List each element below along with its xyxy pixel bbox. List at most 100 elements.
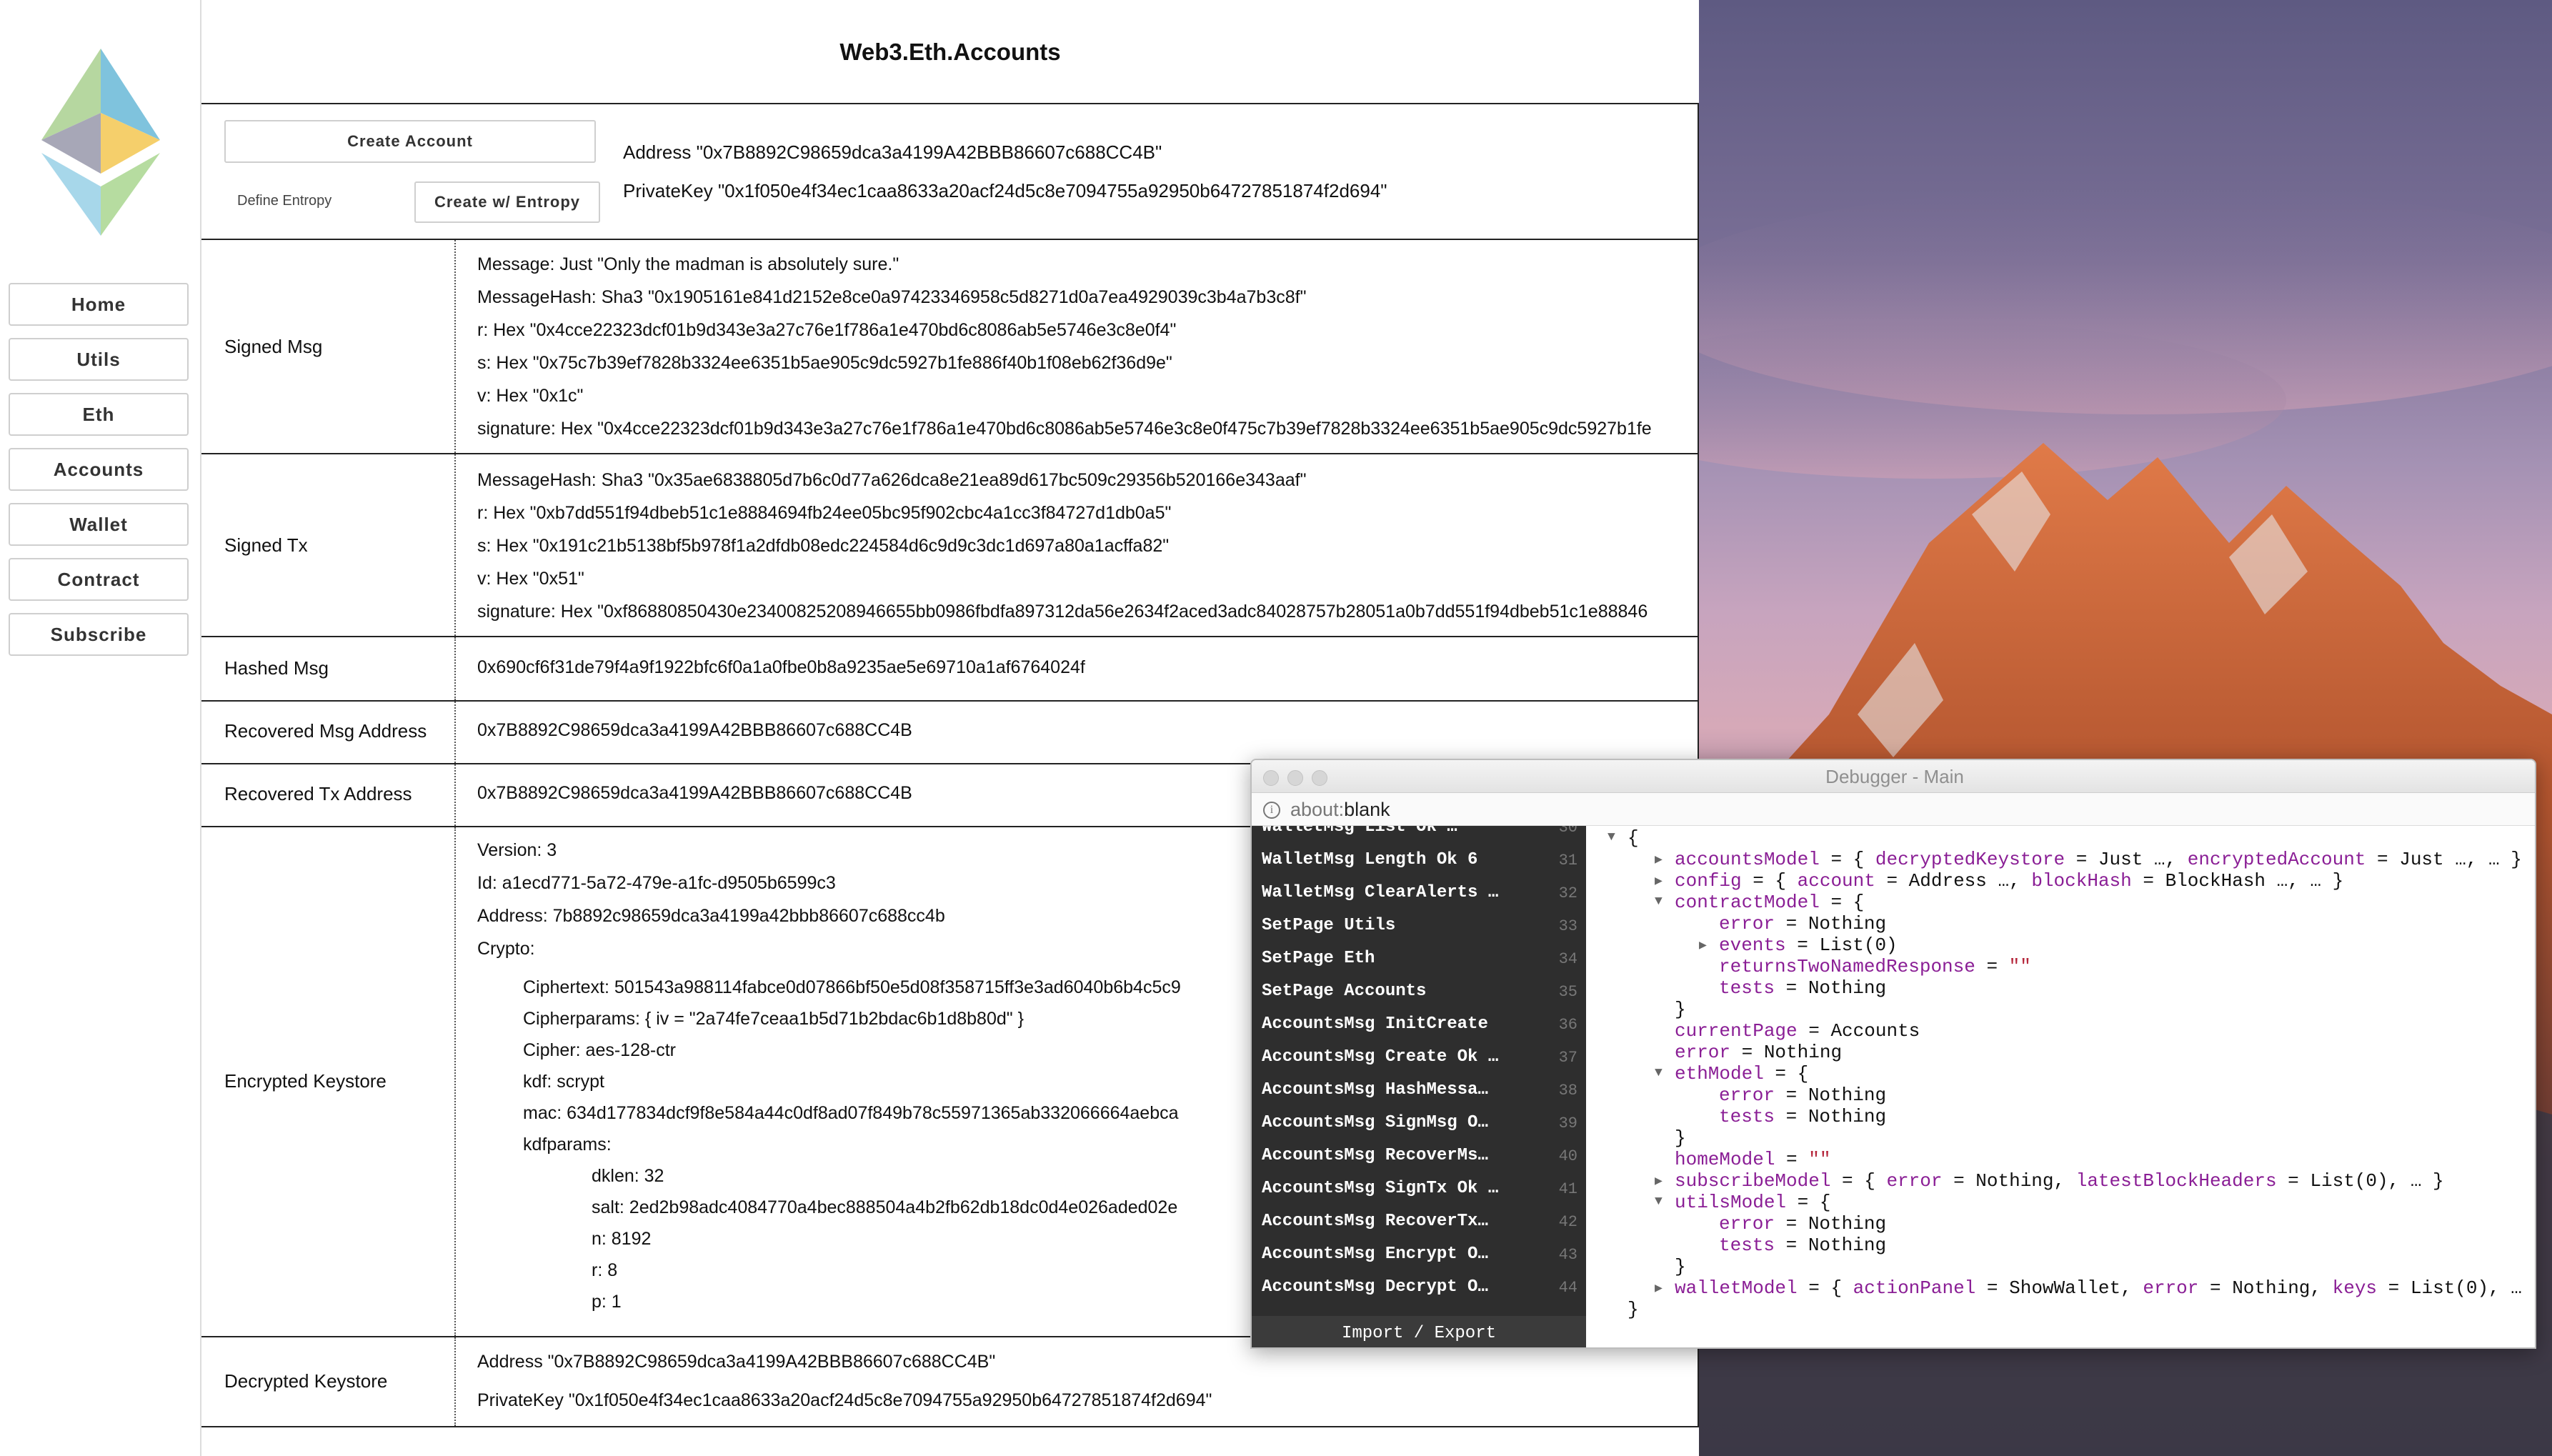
column-divider [454,454,456,636]
history-item-index: 40 [1558,1147,1577,1165]
signed-tx-signature: signature: Hex "0xf86880850430e234008252… [477,602,1648,622]
history-item[interactable]: AccountsMsg Create Ok … 37 [1252,1040,1586,1073]
history-item[interactable]: WalletMsg List Ok … 30 [1252,826,1586,843]
signed-tx-values: MessageHash: Sha3 "0x35ae6838805d7b6c0d7… [477,466,1688,633]
expand-arrow-icon[interactable]: ▶ [1655,1173,1663,1189]
divider [201,700,1699,702]
nav-home-button[interactable]: Home [9,283,189,326]
history-item-index: 37 [1558,1049,1577,1067]
tree-current-page: currentPage = Accounts [1675,1020,1920,1042]
tree-contract-model[interactable]: contractModel = { [1675,892,1864,913]
history-item[interactable]: AccountsMsg Encrypt O… 43 [1252,1237,1586,1270]
history-item-label: AccountsMsg HashMessa… [1262,1080,1488,1100]
url-text[interactable]: about:blank [1290,799,1390,821]
history-item-index: 31 [1558,852,1577,869]
nav-wallet-button[interactable]: Wallet [9,503,189,546]
keystore-n: n: 8192 [592,1229,652,1249]
define-entropy-input[interactable]: Define Entropy [237,193,332,209]
tree-eth-tests: tests = Nothing [1719,1106,1887,1127]
page-title: Web3.Eth.Accounts [839,39,1061,65]
debugger-titlebar[interactable]: Debugger - Main [1252,760,2535,793]
signed-tx-v: v: Hex "0x51" [477,569,584,589]
history-item-label: AccountsMsg RecoverTx… [1262,1212,1488,1231]
history-item-index: 42 [1558,1213,1577,1231]
tree-subscribe-model[interactable]: subscribeModel = { error = Nothing, late… [1675,1170,2444,1192]
history-item[interactable]: AccountsMsg SignMsg O… 39 [1252,1106,1586,1139]
history-item-label: AccountsMsg Decrypt O… [1262,1277,1488,1297]
url-bar[interactable]: i about:blank [1252,793,2535,826]
expand-arrow-icon[interactable]: ▶ [1655,1280,1663,1296]
divider [201,103,1699,104]
tree-accounts-model[interactable]: accountsModel = { decryptedKeystore = Ju… [1675,849,2522,870]
history-item-index: 32 [1558,884,1577,902]
history-item-index: 36 [1558,1016,1577,1034]
nav-subscribe-button[interactable]: Subscribe [9,613,189,656]
collapse-arrow-icon[interactable]: ▼ [1655,1066,1663,1080]
history-item-index: 39 [1558,1115,1577,1132]
history-item[interactable]: WalletMsg Length Ok 6 31 [1252,843,1586,876]
history-item[interactable]: AccountsMsg Decrypt O… 44 [1252,1270,1586,1303]
divider [201,1426,1699,1427]
keystore-salt: salt: 2ed2b98adc4084770a4bec888504a4b2fb… [592,1197,1178,1217]
signed-tx-r: r: Hex "0xb7dd551f94dbeb51c1e8884694fb24… [477,503,1172,523]
tree-eth-error: error = Nothing [1719,1084,1887,1106]
column-divider [454,764,456,826]
tree-utils-tests: tests = Nothing [1719,1235,1887,1256]
divider [201,239,1699,240]
signed-msg-signature: signature: Hex "0x4cce22323dcf01b9d343e3… [477,419,1652,439]
tree-wallet-model[interactable]: walletModel = { actionPanel = ShowWallet… [1675,1277,2522,1299]
url-scheme: about: [1290,799,1345,820]
tree-contract-close: } [1675,999,1686,1020]
column-divider [454,1337,456,1426]
keystore-kdf: kdf: scrypt [523,1072,604,1092]
history-item[interactable]: WalletMsg ClearAlerts … 32 [1252,876,1586,909]
nav-accounts-button[interactable]: Accounts [9,448,189,491]
expand-arrow-icon[interactable]: ▶ [1699,937,1707,953]
history-item-index: 41 [1558,1180,1577,1198]
create-with-entropy-button[interactable]: Create w/ Entropy [414,181,600,223]
history-item[interactable]: AccountsMsg SignTx Ok … 41 [1252,1172,1586,1205]
history-item-index: 35 [1558,983,1577,1001]
history-item[interactable]: AccountsMsg HashMessa… 38 [1252,1073,1586,1106]
expand-arrow-icon[interactable]: ▶ [1655,873,1663,889]
nav-utils-button[interactable]: Utils [9,338,189,381]
tree-contract-events[interactable]: events = List(0) [1719,934,1898,956]
history-item-label: AccountsMsg SignTx Ok … [1262,1179,1499,1198]
nav-contract-button[interactable]: Contract [9,558,189,601]
debugger-title: Debugger - Main [1825,765,1964,787]
message-history-list: WalletMsg List Ok … 30 WalletMsg Length O… [1252,826,1586,1347]
debugger-window: Debugger - Main i about:blank WalletMsg … [1250,759,2536,1349]
collapse-arrow-icon[interactable]: ▼ [1655,894,1663,909]
history-item[interactable]: SetPage Accounts 35 [1252,974,1586,1007]
model-state-tree: ▼ { ▶ accountsModel = { decryptedKeystor… [1586,826,2535,1347]
recovered-tx-label: Recovered Tx Address [224,783,412,804]
history-item[interactable]: AccountsMsg InitCreate 36 [1252,1007,1586,1040]
hashed-msg-label: Hashed Msg [224,657,329,679]
history-item-label: AccountsMsg RecoverMs… [1262,1146,1488,1165]
info-icon[interactable]: i [1263,802,1280,819]
tree-utils-model[interactable]: utilsModel = { [1675,1192,1830,1213]
history-item[interactable]: AccountsMsg RecoverTx… 42 [1252,1205,1586,1237]
tree-eth-model[interactable]: ethModel = { [1675,1063,1808,1084]
history-item[interactable]: AccountsMsg RecoverMs… 40 [1252,1139,1586,1172]
expand-arrow-icon[interactable]: ▶ [1655,852,1663,867]
history-item[interactable]: SetPage Eth 34 [1252,942,1586,974]
history-item-index: 44 [1558,1279,1577,1297]
tree-config[interactable]: config = { account = Address …, blockHas… [1675,870,2343,892]
column-divider [454,827,456,1336]
collapse-arrow-icon[interactable]: ▼ [1655,1195,1663,1209]
history-item[interactable]: SetPage Utils 33 [1252,909,1586,942]
signed-msg-v: v: Hex "0x1c" [477,386,584,406]
keystore-version: Version: 3 [477,840,557,860]
collapse-arrow-icon[interactable]: ▼ [1608,830,1615,844]
hashed-msg-value: 0x690cf6f31de79f4a9f1922bfc6f0a1a0fbe0b8… [477,657,1085,677]
signed-tx-hash: MessageHash: Sha3 "0x35ae6838805d7b6c0d7… [477,470,1307,490]
recovered-msg-value: 0x7B8892C98659dca3a4199A42BBB86607c688CC… [477,720,912,740]
create-account-button[interactable]: Create Account [224,120,596,163]
nav-eth-button[interactable]: Eth [9,393,189,436]
url-path: blank [1344,799,1390,820]
keystore-cipherparams: Cipherparams: { iv = "2a74fe7ceaa1b5d71b… [523,1009,1024,1029]
encrypted-keystore-label: Encrypted Keystore [224,1070,387,1092]
import-export-button[interactable]: Import / Export [1252,1316,1586,1347]
keystore-id: Id: a1ecd771-5a72-479e-a1fc-d9505b6599c3 [477,873,836,893]
